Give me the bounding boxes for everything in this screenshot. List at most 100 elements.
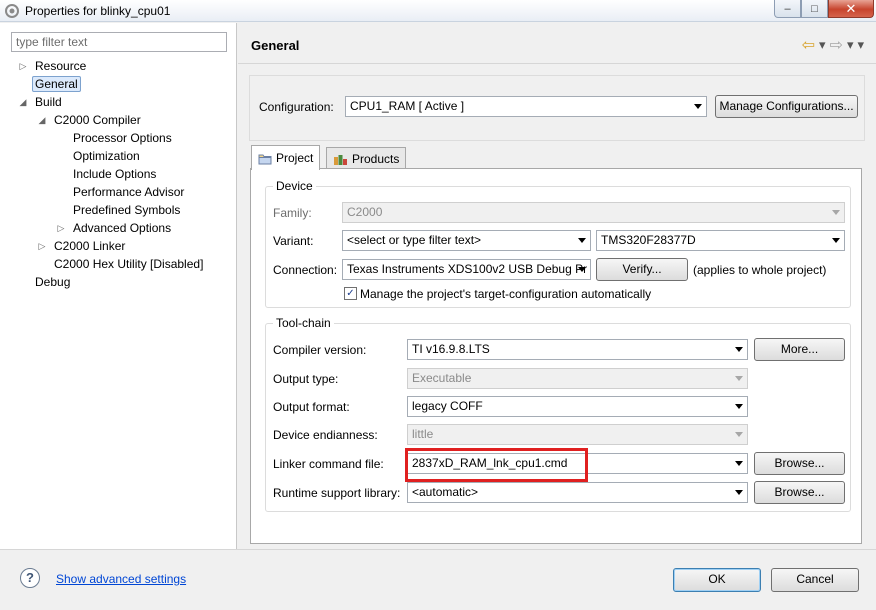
configuration-select[interactable]: CPU1_RAM [ Active ]: [345, 96, 707, 117]
toolchain-group: Tool-chain Compiler version: TI v16.9.8.…: [265, 316, 851, 512]
tree-item-label: Performance Advisor: [73, 185, 185, 199]
tree-item-include-options[interactable]: Include Options: [70, 166, 159, 183]
family-value: C2000: [347, 205, 383, 219]
tab-project[interactable]: Project: [251, 145, 321, 170]
chevron-down-icon: [832, 210, 840, 215]
forward-menu-chevron-down-icon[interactable]: ▾: [847, 37, 854, 53]
compiler-version-label: Compiler version:: [273, 343, 367, 357]
compiler-version-value: TI v16.9.8.LTS: [412, 342, 490, 356]
output-type-select: Executable: [407, 368, 748, 389]
tree-item-general[interactable]: General: [32, 76, 81, 93]
back-menu-chevron-down-icon[interactable]: ▾: [819, 37, 826, 53]
tree-item-build[interactable]: ◢ Build: [20, 94, 65, 111]
tree-item-c2000-hex-utility[interactable]: C2000 Hex Utility [Disabled]: [51, 256, 206, 273]
chevron-down-icon: [578, 238, 586, 243]
linker-command-file-label: Linker command file:: [273, 457, 384, 471]
folder-icon: [258, 147, 272, 169]
configuration-label: Configuration:: [259, 100, 334, 114]
linker-command-file-combo[interactable]: 2837xD_RAM_lnk_cpu1.cmd: [407, 453, 748, 474]
chevron-down-icon: [735, 347, 743, 352]
page-title: General: [251, 38, 300, 53]
tree-item-optimization[interactable]: Optimization: [70, 148, 143, 165]
configuration-value: CPU1_RAM [ Active ]: [350, 99, 465, 113]
runtime-library-value: <automatic>: [412, 485, 479, 499]
tree-item-advanced-options[interactable]: ▷ Advanced Options: [58, 220, 174, 237]
back-arrow-icon[interactable]: ⇦: [802, 35, 815, 55]
connection-label: Connection:: [273, 263, 338, 277]
configuration-area: Configuration: CPU1_RAM [ Active ] Manag…: [249, 75, 865, 141]
close-button[interactable]: ✕: [828, 0, 874, 18]
tree-item-c2000-compiler[interactable]: ◢ C2000 Compiler: [39, 112, 144, 129]
tree-item-resource[interactable]: ▷ Resource: [20, 58, 89, 75]
connection-select[interactable]: Texas Instruments XDS100v2 USB Debug Pr: [342, 259, 591, 280]
tree-item-processor-options[interactable]: Processor Options: [70, 130, 175, 147]
verify-note: (applies to whole project): [693, 263, 827, 277]
expand-icon[interactable]: ▷: [18, 58, 28, 74]
property-tree-panel: ▷ Resource General ◢ Build ◢ C2000 Compi…: [0, 23, 237, 549]
property-page-panel: General ⇦ ▾ ⇨ ▾ ▾ Configuration: CPU1_RA…: [238, 23, 876, 549]
chevron-down-icon: [735, 376, 743, 381]
window-title: Properties for blinky_cpu01: [25, 4, 171, 18]
expand-icon[interactable]: ▷: [37, 238, 47, 254]
toolchain-group-title: Tool-chain: [273, 316, 334, 330]
eclipse-app-icon: [4, 3, 20, 19]
chevron-down-icon: [694, 104, 702, 109]
collapse-icon[interactable]: ◢: [37, 112, 47, 128]
forward-arrow-icon[interactable]: ⇨: [830, 35, 843, 55]
tree-item-c2000-linker[interactable]: ▷ C2000 Linker: [39, 238, 128, 255]
verify-button[interactable]: Verify...: [596, 258, 688, 281]
tree-item-label: C2000 Compiler: [54, 113, 141, 127]
connection-value: Texas Instruments XDS100v2 USB Debug Pr: [347, 262, 588, 276]
manage-configurations-button[interactable]: Manage Configurations...: [715, 95, 858, 118]
output-type-value: Executable: [412, 371, 472, 385]
tab-label: Products: [352, 152, 400, 166]
tab-label: Project: [276, 151, 314, 165]
linker-browse-button[interactable]: Browse...: [754, 452, 845, 475]
tree-item-predefined-symbols[interactable]: Predefined Symbols: [70, 202, 183, 219]
runtime-library-combo[interactable]: <automatic>: [407, 482, 748, 503]
output-format-label: Output format:: [273, 400, 350, 414]
chevron-down-icon: [735, 490, 743, 495]
cancel-button[interactable]: Cancel: [771, 568, 859, 592]
tree-filter-input[interactable]: [11, 32, 227, 52]
tree-item-label: General: [32, 76, 81, 92]
maximize-button[interactable]: □: [801, 0, 828, 18]
output-type-label: Output type:: [273, 372, 339, 386]
help-icon[interactable]: ?: [20, 568, 40, 588]
tree-item-performance-advisor[interactable]: Performance Advisor: [70, 184, 187, 201]
header-divider: [238, 63, 876, 64]
tree-item-label: Predefined Symbols: [73, 203, 181, 217]
variant-select[interactable]: TMS320F28377D: [596, 230, 845, 251]
tree-item-debug[interactable]: Debug: [32, 274, 73, 291]
endianness-select: little: [407, 424, 748, 445]
variant-filter-combo[interactable]: <select or type filter text>: [342, 230, 591, 251]
variant-label: Variant:: [273, 234, 314, 248]
expand-icon[interactable]: ▷: [56, 220, 66, 236]
tree-item-label: C2000 Hex Utility [Disabled]: [54, 257, 204, 271]
device-group: Device Family: C2000 Variant: <select or…: [265, 179, 851, 308]
collapse-icon[interactable]: ◢: [18, 94, 28, 110]
device-group-title: Device: [273, 179, 316, 193]
variant-value: TMS320F28377D: [601, 233, 696, 247]
view-menu-chevron-down-icon[interactable]: ▾: [857, 37, 864, 53]
products-icon: [333, 148, 348, 170]
more-button[interactable]: More...: [754, 338, 845, 361]
compiler-version-select[interactable]: TI v16.9.8.LTS: [407, 339, 748, 360]
tree-item-label: Resource: [35, 59, 87, 73]
ok-button[interactable]: OK: [673, 568, 761, 592]
manage-target-checkbox[interactable]: ✓: [344, 287, 357, 300]
title-bar: Properties for blinky_cpu01 – □ ✕: [0, 0, 876, 22]
history-navigation: ⇦ ▾ ⇨ ▾ ▾: [802, 35, 864, 55]
manage-target-label: Manage the project's target-configuratio…: [360, 287, 652, 301]
tree-item-label: Include Options: [73, 167, 157, 181]
output-format-select[interactable]: legacy COFF: [407, 396, 748, 417]
show-advanced-settings-link[interactable]: Show advanced settings: [56, 572, 186, 586]
tree-item-label: Optimization: [73, 149, 140, 163]
tree-item-label: Advanced Options: [73, 221, 172, 235]
chevron-down-icon: [735, 432, 743, 437]
project-tab-page: Device Family: C2000 Variant: <select or…: [250, 168, 862, 544]
runtime-browse-button[interactable]: Browse...: [754, 481, 845, 504]
tab-products[interactable]: Products: [326, 147, 407, 170]
tree-item-label: Processor Options: [73, 131, 172, 145]
minimize-button[interactable]: –: [774, 0, 801, 18]
